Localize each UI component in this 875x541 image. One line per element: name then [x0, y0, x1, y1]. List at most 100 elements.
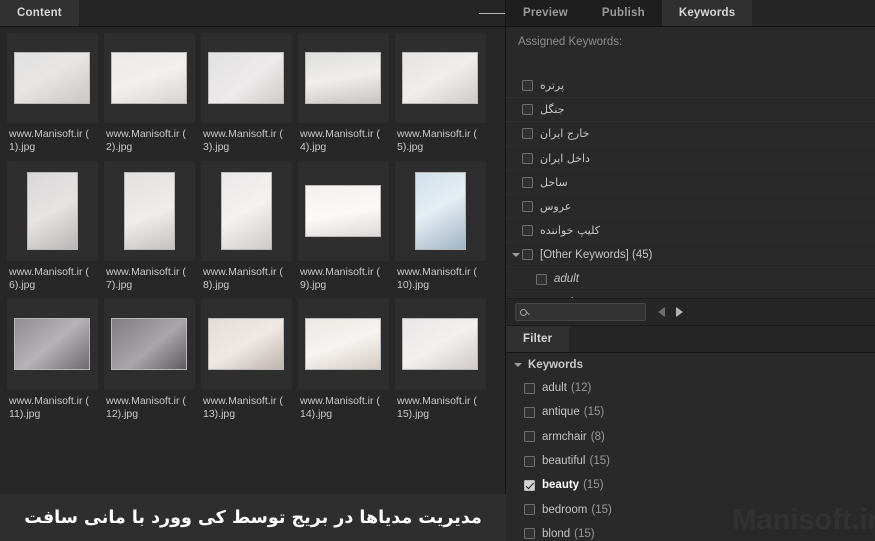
assigned-keyword-row[interactable]: adult — [506, 268, 875, 292]
thumbnail-image — [208, 318, 284, 370]
thumbnail-frame[interactable] — [103, 161, 195, 261]
keyword-checkbox[interactable] — [522, 128, 533, 140]
assigned-keywords-heading: Assigned Keywords: — [506, 27, 875, 74]
assigned-keyword-label: خارج ایران — [540, 127, 590, 141]
keyword-checkbox[interactable] — [522, 225, 533, 237]
assigned-keyword-row[interactable]: کلیپ خواننده — [506, 219, 875, 244]
filter-keyword-row[interactable]: beauty (15) — [506, 473, 875, 497]
thumbnail-item[interactable]: www.Manisoft.ir ( 1).jpg — [4, 33, 100, 160]
thumbnail-image — [14, 318, 90, 370]
chevron-down-icon[interactable] — [512, 252, 520, 257]
tab-content[interactable]: Content — [0, 0, 79, 26]
thumbnail-frame[interactable] — [200, 161, 292, 261]
filter-keyword-checkbox[interactable] — [524, 431, 535, 443]
thumbnail-grid[interactable]: www.Manisoft.ir ( 1).jpg www.Manisoft.ir … — [0, 27, 505, 541]
thumbnail-image — [305, 52, 381, 104]
hamburger-menu-icon[interactable] — [479, 0, 506, 26]
filter-keyword-count: (15) — [591, 503, 612, 516]
filter-keyword-checkbox[interactable] — [524, 504, 535, 516]
keyword-checkbox[interactable] — [522, 176, 533, 188]
thumbnail-image — [305, 318, 381, 370]
thumbnail-item[interactable]: www.Manisoft.ir ( 3).jpg — [198, 33, 294, 160]
tab-content-label: Content — [17, 7, 62, 19]
thumbnail-item[interactable]: www.Manisoft.ir ( 10).jpg — [392, 161, 488, 298]
search-input[interactable] — [515, 303, 646, 321]
metadata-tabbar: Preview Publish Keywords — [506, 0, 875, 27]
thumbnail-filename: www.Manisoft.ir ( 6).jpg — [9, 266, 89, 291]
filter-keyword-count: (15) — [583, 479, 604, 492]
filter-keyword-row[interactable]: blond (15) — [506, 522, 875, 541]
thumbnail-image — [208, 52, 284, 104]
thumbnail-item[interactable]: www.Manisoft.ir ( 8).jpg — [198, 161, 294, 298]
thumbnail-frame[interactable] — [394, 298, 486, 390]
thumbnail-image — [26, 172, 78, 250]
keyword-checkbox[interactable] — [522, 152, 533, 164]
assigned-keyword-row[interactable]: پرتره — [506, 74, 875, 99]
arrow-right-icon[interactable] — [676, 307, 683, 317]
assigned-keyword-row[interactable]: [Other Keywords] (45) — [506, 243, 875, 268]
thumbnail-frame[interactable] — [103, 33, 195, 123]
thumbnail-frame[interactable] — [297, 161, 389, 261]
filter-keyword-row[interactable]: beautiful (15) — [506, 449, 875, 473]
thumbnail-frame[interactable] — [200, 298, 292, 390]
assigned-keyword-row[interactable]: جنگل — [506, 98, 875, 123]
thumbnail-row: www.Manisoft.ir ( 6).jpg www.Manisoft.ir … — [4, 161, 501, 298]
assigned-keyword-row[interactable]: داخل ایران — [506, 147, 875, 171]
thumbnail-image — [111, 52, 187, 104]
chevron-down-icon — [514, 362, 522, 367]
metadata-panel: Preview Publish Keywords Assigned Keywords… — [506, 0, 875, 541]
tab-publish[interactable]: Publish — [585, 0, 662, 26]
thumbnail-frame[interactable] — [6, 161, 98, 261]
filter-keyword-checkbox[interactable] — [524, 382, 535, 394]
thumbnail-row: www.Manisoft.ir ( 1).jpg www.Manisoft.ir … — [4, 33, 501, 160]
filter-keyword-checkbox[interactable] — [524, 406, 535, 418]
thumbnail-item[interactable]: www.Manisoft.ir ( 12).jpg — [101, 298, 197, 427]
thumbnail-frame[interactable] — [6, 298, 98, 390]
keyword-checkbox[interactable] — [522, 249, 533, 261]
filter-keyword-checkbox[interactable] — [524, 528, 535, 540]
thumbnail-filename: www.Manisoft.ir ( 3).jpg — [203, 128, 283, 153]
tab-preview[interactable]: Preview — [506, 0, 585, 26]
filter-keyword-checkbox[interactable] — [524, 479, 535, 491]
assigned-keywords-list[interactable]: پرتره جنگل خارج ایران داخل ایران ساحل عروس کلی… — [506, 74, 875, 298]
thumbnail-item[interactable]: www.Manisoft.ir ( 14).jpg — [295, 298, 391, 427]
thumbnail-item[interactable]: www.Manisoft.ir ( 6).jpg — [4, 161, 100, 298]
metadata-tabbar-filler — [752, 0, 875, 26]
thumbnail-frame[interactable] — [297, 298, 389, 390]
tab-filter[interactable]: Filter — [506, 326, 570, 352]
thumbnail-item[interactable]: www.Manisoft.ir ( 5).jpg — [392, 33, 488, 160]
filter-keyword-list[interactable]: adult (12) antique (15) armchair (8) beautiful… — [506, 376, 875, 541]
assigned-keyword-row[interactable]: antique — [506, 292, 875, 298]
thumbnail-item[interactable]: www.Manisoft.ir ( 15).jpg — [392, 298, 488, 427]
thumbnail-item[interactable]: www.Manisoft.ir ( 7).jpg — [101, 161, 197, 298]
keyword-checkbox[interactable] — [522, 80, 533, 92]
assigned-keyword-row[interactable]: ساحل — [506, 171, 875, 195]
thumbnail-frame[interactable] — [6, 33, 98, 123]
keyword-checkbox[interactable] — [522, 201, 533, 213]
thumbnail-item[interactable]: www.Manisoft.ir ( 2).jpg — [101, 33, 197, 160]
keyword-checkbox[interactable] — [536, 273, 547, 285]
tab-keywords[interactable]: Keywords — [661, 0, 753, 26]
tab-preview-label: Preview — [523, 7, 568, 19]
filter-keyword-row[interactable]: antique (15) — [506, 400, 875, 424]
filter-keyword-label: beauty — [542, 479, 580, 492]
filter-section-keywords[interactable]: Keywords — [506, 353, 875, 376]
thumbnail-frame[interactable] — [394, 33, 486, 123]
arrow-left-icon[interactable] — [658, 307, 665, 317]
assigned-keyword-row[interactable]: خارج ایران — [506, 122, 875, 147]
thumbnail-item[interactable]: www.Manisoft.ir ( 13).jpg — [198, 298, 294, 427]
thumbnail-frame[interactable] — [103, 298, 195, 390]
thumbnail-item[interactable]: www.Manisoft.ir ( 4).jpg — [295, 33, 391, 160]
thumbnail-frame[interactable] — [394, 161, 486, 261]
thumbnail-frame[interactable] — [297, 33, 389, 123]
filter-keyword-row[interactable]: armchair (8) — [506, 425, 875, 449]
filter-keyword-row[interactable]: bedroom (15) — [506, 497, 875, 521]
keyword-checkbox[interactable] — [522, 104, 533, 116]
thumbnail-item[interactable]: www.Manisoft.ir ( 9).jpg — [295, 161, 391, 298]
thumbnail-frame[interactable] — [200, 33, 292, 123]
assigned-keyword-row[interactable]: عروس — [506, 195, 875, 220]
thumbnail-image — [305, 185, 381, 237]
thumbnail-item[interactable]: www.Manisoft.ir ( 11).jpg — [4, 298, 100, 427]
filter-keyword-checkbox[interactable] — [524, 455, 535, 467]
filter-keyword-row[interactable]: adult (12) — [506, 376, 875, 400]
